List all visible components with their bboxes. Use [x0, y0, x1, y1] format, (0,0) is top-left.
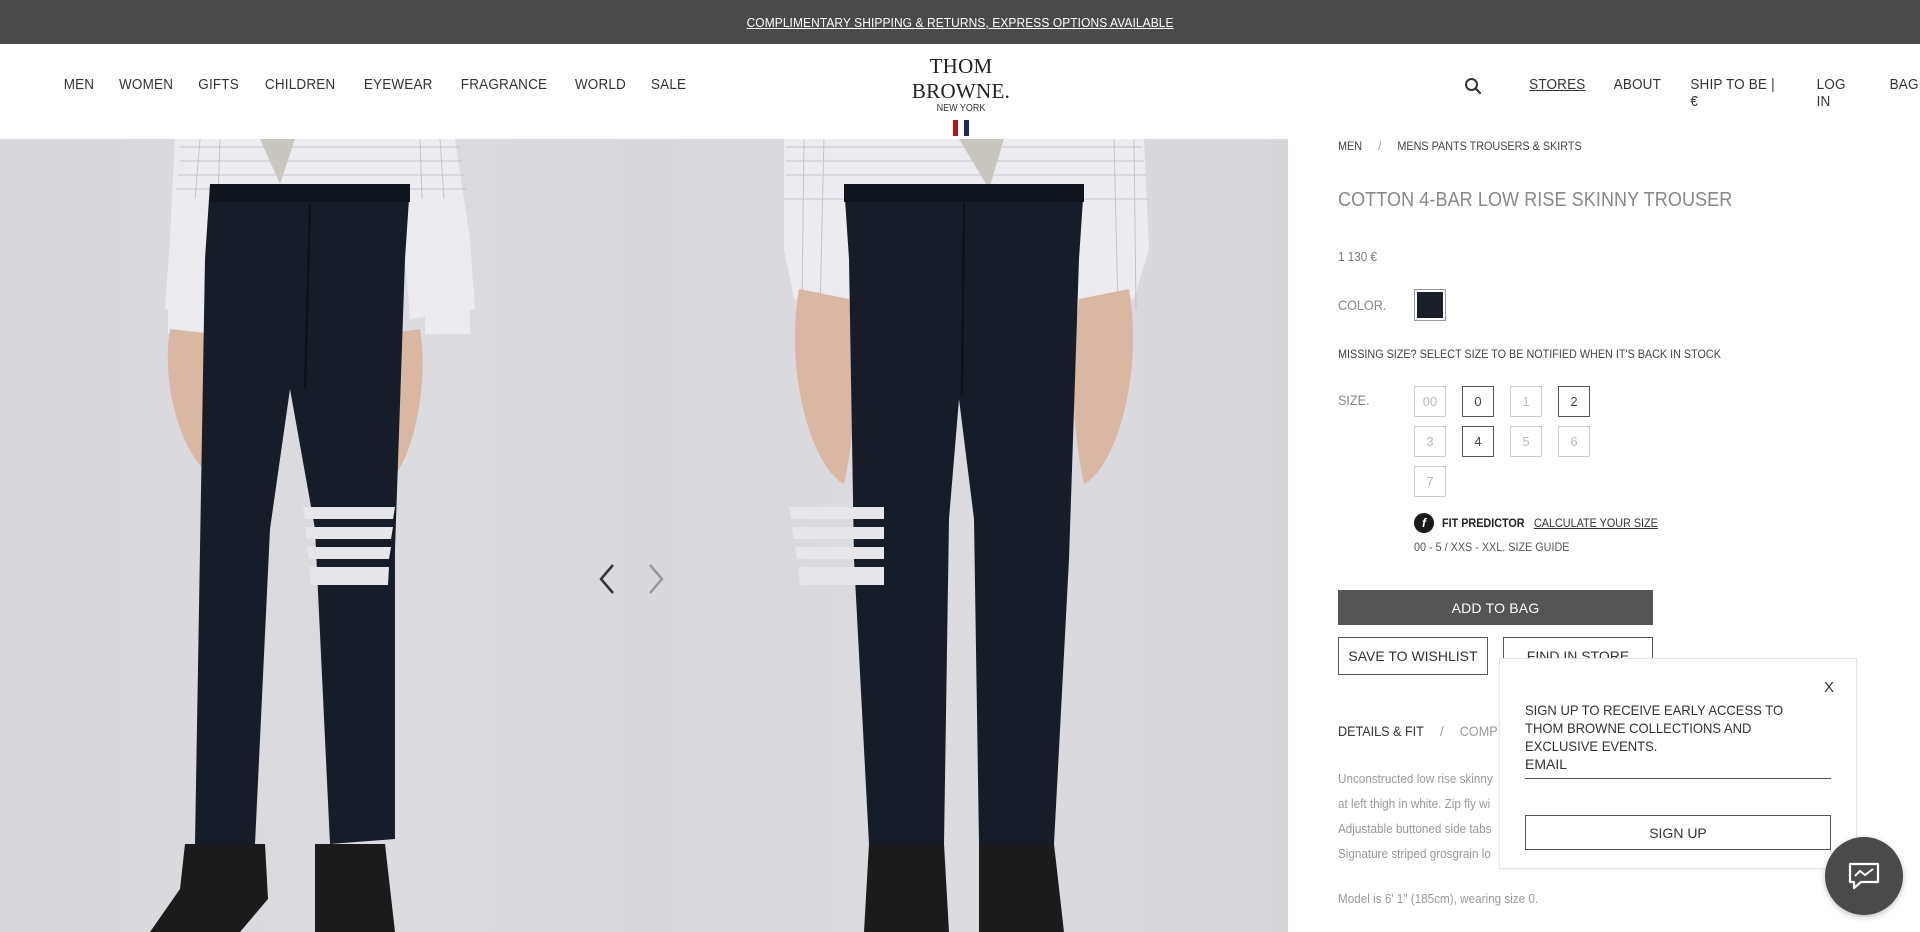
- nav-children[interactable]: CHILDREN: [265, 76, 335, 93]
- breadcrumb-separator: /: [1378, 139, 1382, 153]
- main-nav: MEN WOMEN GIFTS CHILDREN EYEWEAR FRAGRAN…: [62, 76, 688, 93]
- nav-eyewear[interactable]: EYEWEAR: [363, 76, 432, 93]
- nav-women[interactable]: WOMEN: [119, 76, 173, 93]
- size-option-4[interactable]: 4: [1462, 426, 1494, 457]
- nav-bag[interactable]: BAG: [1889, 76, 1918, 110]
- nav-gifts[interactable]: GIFTS: [198, 76, 239, 93]
- utility-nav: STORES ABOUT SHIP TO BE | € LOG IN BAG: [1526, 76, 1920, 110]
- product-price: 1 130 €: [1338, 249, 1378, 264]
- brand-city: NEW YORK: [936, 103, 986, 114]
- size-option-5[interactable]: 5: [1510, 426, 1542, 457]
- shipping-link[interactable]: COMPLIMENTARY SHIPPING & RETURNS, EXPRES…: [746, 15, 1173, 30]
- product-title: COTTON 4-BAR LOW RISE SKINNY TROUSER: [1338, 189, 1733, 211]
- chat-button[interactable]: [1825, 837, 1903, 915]
- model-info: Model is 6' 1" (185cm), wearing size 0.: [1338, 891, 1539, 906]
- missing-size-note[interactable]: MISSING SIZE? SELECT SIZE TO BE NOTIFIED…: [1338, 347, 1721, 361]
- nav-stores[interactable]: STORES: [1529, 76, 1585, 110]
- email-field[interactable]: [1525, 749, 1831, 779]
- chevron-left-icon[interactable]: [593, 559, 623, 599]
- brand-name: THOM BROWNE.: [911, 54, 1011, 103]
- calculate-size-link[interactable]: CALCULATE YOUR SIZE: [1534, 516, 1658, 530]
- nav-world[interactable]: WORLD: [575, 76, 626, 93]
- brand-logo[interactable]: THOM BROWNE. NEW YORK: [880, 54, 1042, 136]
- newsletter-message: SIGN UP TO RECEIVE EARLY ACCESS TO THOM …: [1525, 702, 1784, 754]
- size-option-1[interactable]: 1: [1510, 386, 1542, 417]
- product-image-front-figure: [150, 139, 475, 932]
- sign-up-button[interactable]: SIGN UP: [1525, 815, 1831, 850]
- product-image-back-figure: [784, 139, 1149, 932]
- breadcrumb-men[interactable]: MEN: [1338, 139, 1362, 153]
- size-option-00[interactable]: 00: [1414, 386, 1446, 417]
- nav-men[interactable]: MEN: [64, 76, 95, 93]
- fit-predictor: f FIT PREDICTOR CALCULATE YOUR SIZE: [1414, 513, 1671, 533]
- nav-about[interactable]: ABOUT: [1613, 76, 1660, 110]
- flag-icon: [953, 120, 969, 136]
- breadcrumb: MEN / MENS PANTS TROUSERS & SKIRTS: [1338, 139, 1582, 153]
- product-image-front: [0, 139, 644, 932]
- size-guide-link[interactable]: 00 - 5 / XXS - XXL. SIZE GUIDE: [1414, 540, 1569, 554]
- nav-sale[interactable]: SALE: [651, 76, 686, 93]
- size-option-0[interactable]: 0: [1462, 386, 1494, 417]
- info-tabs: DETAILS & FIT / COMP: [1338, 723, 1498, 739]
- search-icon[interactable]: [1464, 77, 1482, 95]
- size-option-2[interactable]: 2: [1558, 386, 1590, 417]
- size-label: SIZE.: [1338, 392, 1370, 408]
- size-option-6[interactable]: 6: [1558, 426, 1590, 457]
- fit-predictor-label: FIT PREDICTOR: [1442, 516, 1525, 530]
- nav-ship-to[interactable]: SHIP TO BE | €: [1691, 76, 1787, 110]
- breadcrumb-category[interactable]: MENS PANTS TROUSERS & SKIRTS: [1397, 139, 1581, 153]
- newsletter-popup: X SIGN UP TO RECEIVE EARLY ACCESS TO THO…: [1499, 658, 1857, 869]
- size-option-7[interactable]: 7: [1414, 466, 1446, 497]
- add-to-bag-button[interactable]: ADD TO BAG: [1338, 590, 1653, 625]
- color-label: COLOR.: [1338, 297, 1387, 313]
- tab-composition[interactable]: COMP: [1460, 723, 1498, 739]
- close-popup-button[interactable]: X: [1824, 679, 1834, 696]
- tab-separator: /: [1440, 723, 1444, 739]
- save-to-wishlist-button[interactable]: SAVE TO WISHLIST: [1338, 637, 1488, 675]
- tab-details-fit[interactable]: DETAILS & FIT: [1338, 723, 1424, 739]
- top-banner: COMPLIMENTARY SHIPPING & RETURNS, EXPRES…: [0, 0, 1920, 44]
- product-gallery[interactable]: [0, 139, 1288, 932]
- nav-log-in[interactable]: LOG IN: [1816, 76, 1863, 110]
- size-option-3[interactable]: 3: [1414, 426, 1446, 457]
- color-swatch-navy[interactable]: [1414, 289, 1446, 321]
- chevron-right-icon[interactable]: [640, 559, 670, 599]
- chat-icon: [1848, 862, 1880, 890]
- product-image-back: [644, 139, 1288, 932]
- fit-predictor-icon: f: [1414, 513, 1434, 533]
- nav-fragrance[interactable]: FRAGRANCE: [461, 76, 547, 93]
- header: MEN WOMEN GIFTS CHILDREN EYEWEAR FRAGRAN…: [0, 44, 1920, 139]
